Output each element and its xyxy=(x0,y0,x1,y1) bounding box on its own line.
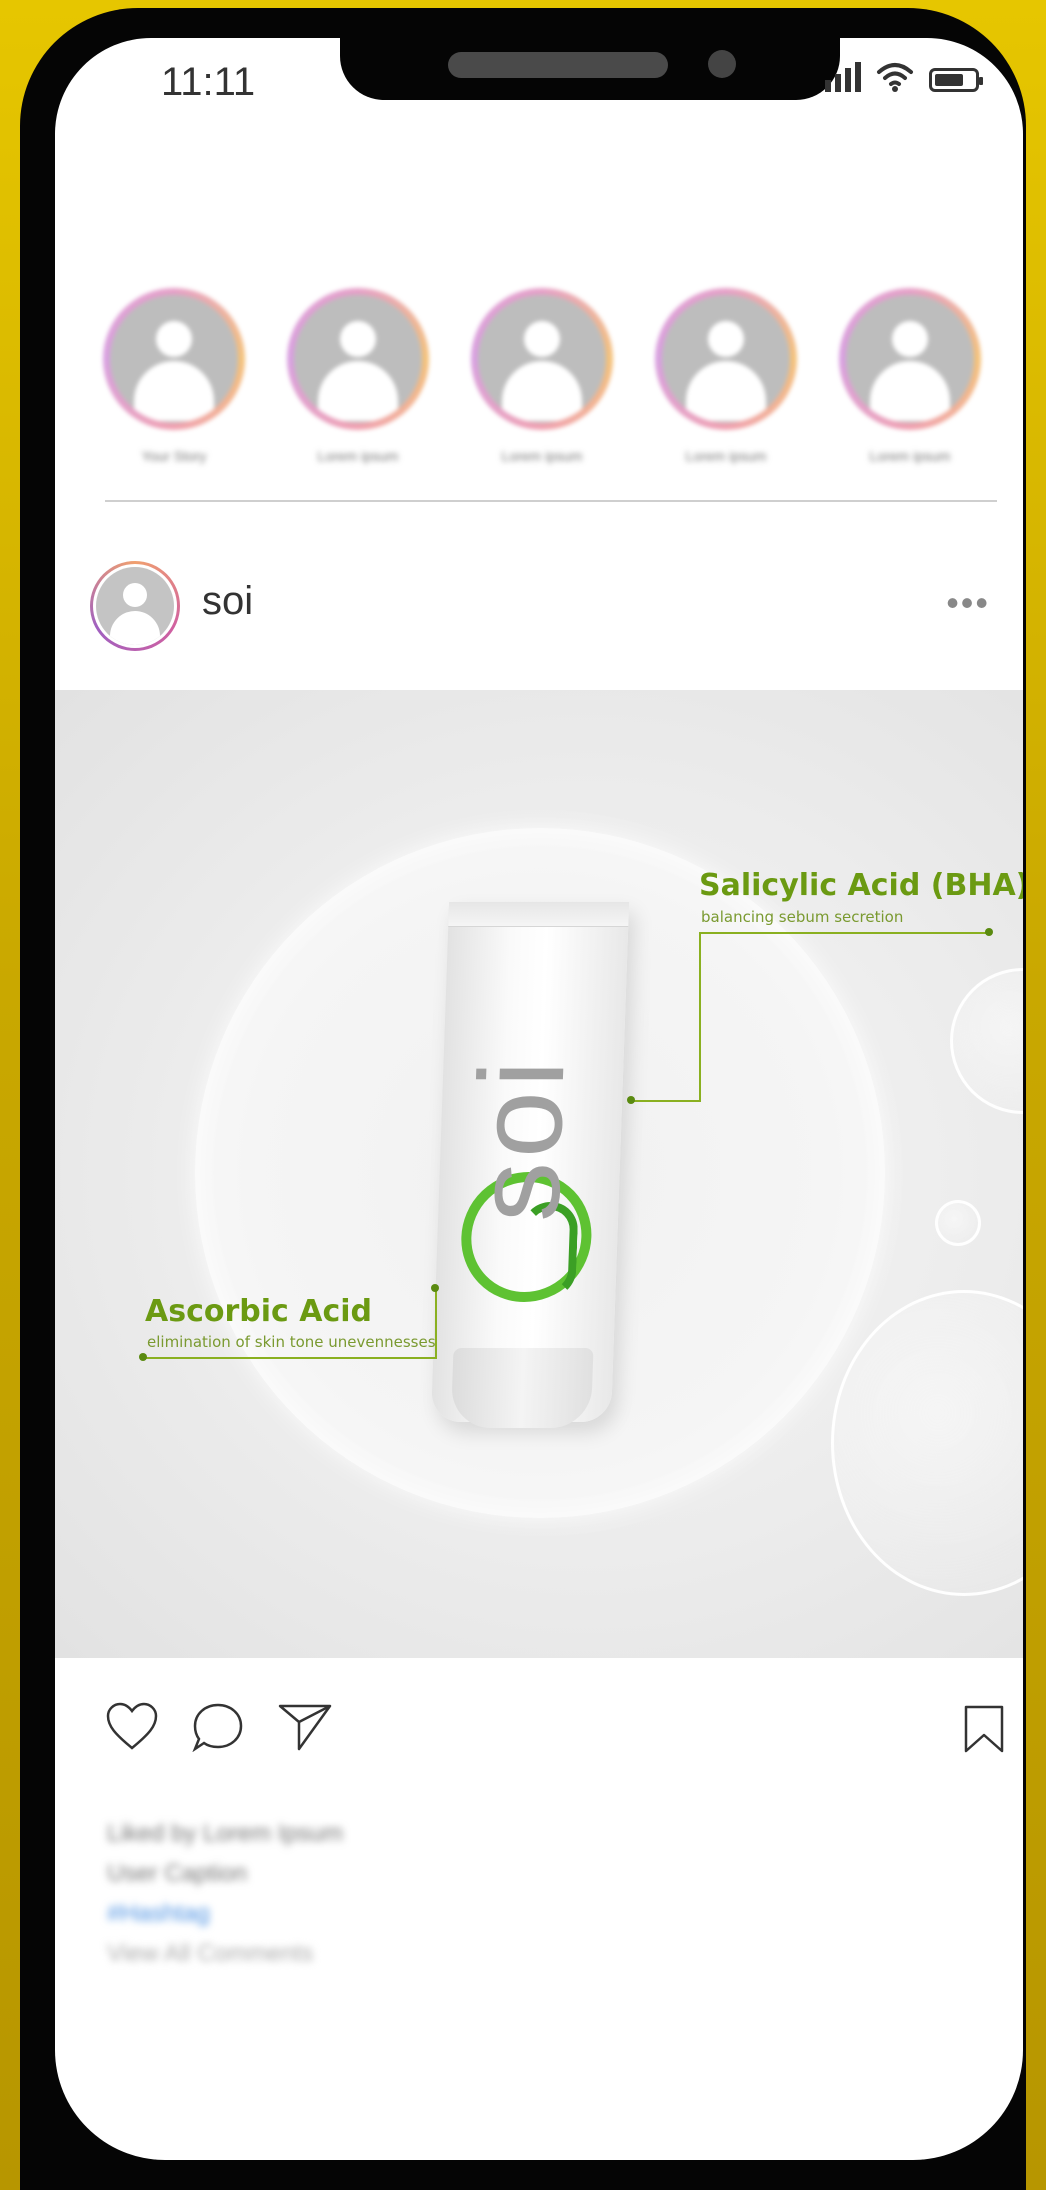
post-avatar[interactable] xyxy=(90,561,180,651)
send-icon[interactable] xyxy=(277,1702,333,1752)
story-item[interactable]: Lorem ipsum xyxy=(839,288,981,464)
story-item[interactable]: Lorem ipsum xyxy=(471,288,613,464)
story-label: Lorem ipsum xyxy=(317,448,399,464)
comment-icon[interactable] xyxy=(191,1702,245,1752)
post-image[interactable]: soi Salicylic Acid (BHA) balancing sebum… xyxy=(55,690,1023,1658)
story-label: Lorem ipsum xyxy=(685,448,767,464)
callout-line xyxy=(435,1288,437,1359)
hashtag-link[interactable]: #Hashtag xyxy=(107,1900,343,1928)
heart-icon[interactable] xyxy=(105,1702,159,1752)
callout-subtitle: elimination of skin tone unevennesses xyxy=(147,1333,436,1351)
liked-by-text[interactable]: Liked by Lorem Ipsum xyxy=(107,1820,343,1848)
status-icons xyxy=(825,60,983,92)
story-label: Lorem ipsum xyxy=(869,448,951,464)
callout-dot xyxy=(985,928,993,936)
post-actions xyxy=(105,1702,1005,1762)
bubble xyxy=(935,1200,981,1246)
notch xyxy=(340,38,840,100)
speaker xyxy=(448,52,668,78)
wifi-icon xyxy=(877,63,913,92)
story-avatar xyxy=(471,288,613,430)
post-header: soi ••• xyxy=(90,561,990,653)
view-comments-link[interactable]: View All Comments xyxy=(107,1940,343,1968)
callout-line xyxy=(631,1100,701,1102)
story-avatar xyxy=(655,288,797,430)
post-caption: Liked by Lorem Ipsum User Caption #Hasht… xyxy=(107,1820,343,1980)
front-camera xyxy=(708,50,736,78)
status-time: 11:11 xyxy=(161,60,256,104)
callout-title: Salicylic Acid (BHA) xyxy=(699,868,1023,903)
tube-brand-text: soi xyxy=(449,1056,590,1222)
callout-dot xyxy=(627,1096,635,1104)
stories-row: Your Story Lorem ipsum Lorem ipsum Lorem… xyxy=(103,288,981,464)
bookmark-icon[interactable] xyxy=(963,1704,1005,1754)
user-caption: User Caption xyxy=(107,1860,248,1887)
callout-subtitle: balancing sebum secretion xyxy=(701,908,904,926)
story-label: Your Story xyxy=(141,448,207,464)
story-item[interactable]: Your Story xyxy=(103,288,245,464)
callout-dot xyxy=(431,1284,439,1292)
stories-divider xyxy=(105,500,997,502)
callout-line xyxy=(699,932,701,1102)
phone-screen: 11:11 Your Story Lorem ipsum Lorem ipsum xyxy=(55,38,1023,2160)
story-avatar xyxy=(103,288,245,430)
callout-dot xyxy=(139,1353,147,1361)
signal-icon xyxy=(825,60,861,92)
story-item[interactable]: Lorem ipsum xyxy=(655,288,797,464)
callout-title: Ascorbic Acid xyxy=(145,1294,373,1329)
more-options-icon[interactable]: ••• xyxy=(946,585,990,621)
callout-line xyxy=(143,1357,437,1359)
story-item[interactable]: Lorem ipsum xyxy=(287,288,429,464)
bubble xyxy=(950,968,1023,1114)
callout-line xyxy=(699,932,989,934)
battery-icon xyxy=(929,68,983,92)
story-label: Lorem ipsum xyxy=(501,448,583,464)
story-avatar xyxy=(287,288,429,430)
story-avatar xyxy=(839,288,981,430)
post-username[interactable]: soi xyxy=(202,579,253,624)
bubble xyxy=(831,1290,1023,1596)
product-tube: soi xyxy=(430,902,630,1428)
